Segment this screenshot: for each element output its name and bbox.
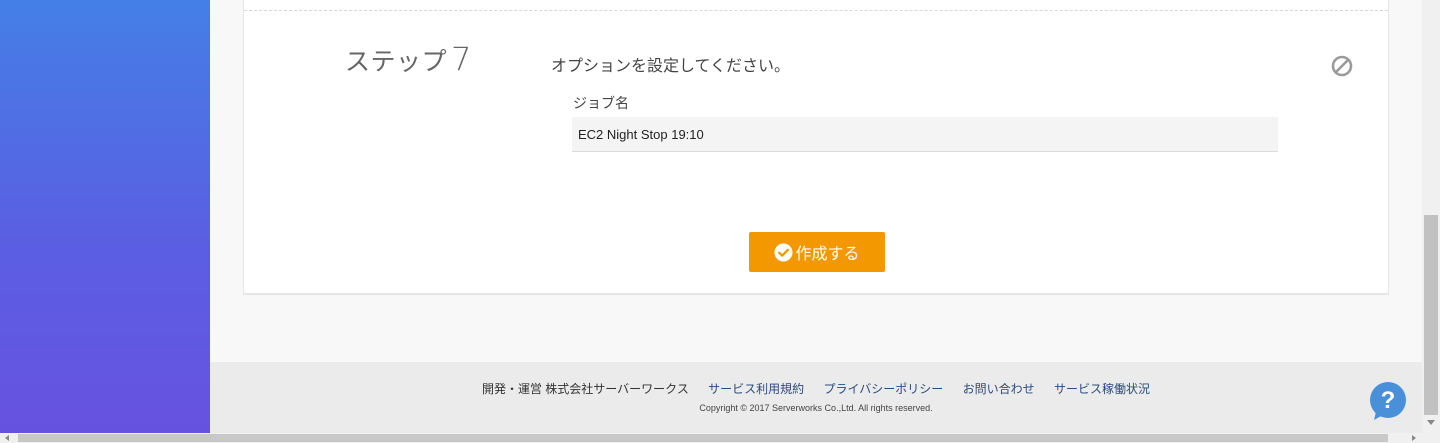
footer-link-contact[interactable]: お問い合わせ <box>963 382 1035 396</box>
check-circle-icon <box>774 242 794 262</box>
step-number: 7 <box>451 40 472 78</box>
create-button[interactable]: 作成する <box>749 232 885 272</box>
footer-copyright: Copyright © 2017 Serverworks Co.,Ltd. Al… <box>699 403 933 413</box>
scroll-right-icon[interactable] <box>1412 435 1416 441</box>
block-icon[interactable] <box>1330 54 1354 78</box>
horizontal-scrollbar[interactable] <box>0 433 1440 443</box>
step-label: ステップ 7 <box>345 40 472 78</box>
help-icon[interactable]: ? <box>1368 381 1408 421</box>
footer-links: 開発・運営 株式会社サーバーワークス サービス利用規約 プライバシーポリシー お… <box>210 380 1422 397</box>
scroll-left-icon[interactable] <box>5 435 9 441</box>
step-separator <box>244 10 1388 11</box>
create-button-label: 作成する <box>795 246 860 263</box>
step-instruction: オプションを設定してください。 <box>551 58 791 75</box>
sidebar <box>0 0 210 433</box>
main-content: ステップ7 オプションを設定してください。 ジョブ名 作成する 開発・運営 株式… <box>210 0 1422 433</box>
horizontal-scrollbar-thumb[interactable] <box>18 434 1388 442</box>
footer-company: 開発・運営 株式会社サーバーワークス <box>481 382 689 396</box>
step-label-text: ステップ <box>345 47 448 76</box>
footer: 開発・運営 株式会社サーバーワークス サービス利用規約 プライバシーポリシー お… <box>210 362 1422 433</box>
footer-link-terms[interactable]: サービス利用規約 <box>708 382 804 396</box>
vertical-scrollbar-thumb[interactable] <box>1424 215 1438 415</box>
scroll-down-icon[interactable] <box>1427 420 1435 425</box>
job-name-label: ジョブ名 <box>573 95 629 111</box>
footer-link-privacy[interactable]: プライバシーポリシー <box>824 382 944 396</box>
step-card: ステップ7 オプションを設定してください。 ジョブ名 作成する <box>243 0 1389 295</box>
help-glyph: ? <box>1381 387 1396 414</box>
footer-link-status[interactable]: サービス稼働状況 <box>1054 382 1150 396</box>
job-name-input[interactable] <box>572 117 1278 152</box>
vertical-scrollbar[interactable] <box>1422 0 1440 433</box>
